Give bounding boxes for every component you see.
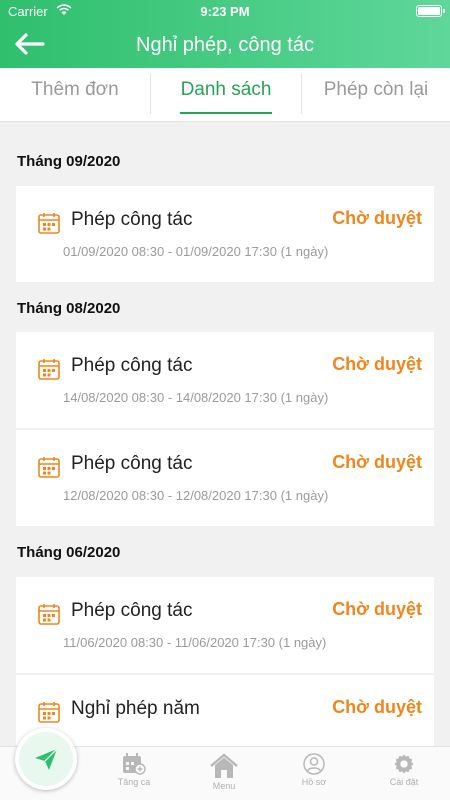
- status-badge: Chờ duyệt: [332, 452, 422, 472]
- status-badge: Chờ duyệt: [332, 599, 422, 619]
- date-range: 12/08/2020 08:30 - 12/08/2020 17:30 (1 n…: [63, 488, 329, 503]
- tab-add-request[interactable]: Thêm đơn: [0, 68, 150, 122]
- send-icon: [35, 748, 58, 770]
- leave-request-card[interactable]: Phép công tác Chờ duyệt 01/09/2020 08:30…: [16, 186, 434, 282]
- home-icon: [210, 753, 238, 778]
- gear-icon: [394, 754, 414, 774]
- tabbar-label: Cài đặt: [389, 777, 419, 787]
- tabbar-label: Menu: [212, 781, 236, 791]
- calendar-icon: [38, 359, 60, 380]
- date-range: 11/06/2020 08:30 - 11/06/2020 17:30 (1 n…: [63, 635, 327, 650]
- tabbar-item-profile[interactable]: Hồ sơ: [274, 753, 354, 787]
- send-request-button[interactable]: [15, 728, 77, 790]
- segment-tabs: Thêm đơn Danh sách Phép còn lại: [0, 68, 450, 122]
- section-month: Tháng 06/2020: [17, 544, 121, 561]
- tabbar-item-settings[interactable]: Cài đặt: [364, 753, 444, 787]
- date-range: 01/09/2020 08:30 - 01/09/2020 17:30 (1 n…: [63, 244, 329, 259]
- section-month: Tháng 08/2020: [17, 300, 121, 317]
- leave-type: Phép công tác: [71, 355, 193, 376]
- leave-request-card[interactable]: Phép công tác Chờ duyệt 11/06/2020 08:30…: [16, 577, 434, 673]
- calendar-plus-icon: [123, 753, 146, 775]
- leave-request-card[interactable]: Phép công tác Chờ duyệt 12/08/2020 08:30…: [16, 430, 434, 526]
- leave-request-card[interactable]: Phép công tác Chờ duyệt 14/08/2020 08:30…: [16, 332, 434, 428]
- status-badge: Chờ duyệt: [332, 697, 422, 717]
- page-title: Nghỉ phép, công tác: [136, 34, 314, 56]
- status-badge: Chờ duyệt: [332, 354, 422, 374]
- tabbar-label: Hồ sơ: [301, 777, 327, 787]
- status-time: 9:23 PM: [200, 4, 250, 19]
- leave-type: Phép công tác: [71, 209, 193, 230]
- battery-icon: [416, 5, 445, 17]
- calendar-icon: [38, 213, 60, 234]
- leave-request-card[interactable]: Nghỉ phép năm Chờ duyệt: [16, 675, 434, 746]
- leave-type: Phép công tác: [71, 600, 193, 621]
- tabbar-label: Tăng ca: [117, 777, 151, 787]
- calendar-icon: [38, 457, 60, 478]
- status-bar: Carrier 9:23 PM: [0, 0, 450, 22]
- section-month: Tháng 09/2020: [17, 153, 121, 170]
- user-icon: [303, 753, 325, 775]
- calendar-icon: [38, 604, 60, 625]
- app-header: Carrier 9:23 PM Nghỉ phép, công tác: [0, 0, 450, 68]
- tab-remaining-leave[interactable]: Phép còn lại: [302, 68, 450, 122]
- tabbar-item-overtime[interactable]: Tăng ca: [94, 753, 174, 787]
- calendar-icon: [38, 702, 60, 723]
- leave-type: Nghỉ phép năm: [71, 698, 200, 719]
- date-range: 14/08/2020 08:30 - 14/08/2020 17:30 (1 n…: [63, 390, 329, 405]
- tabbar-item-menu[interactable]: Menu: [184, 753, 264, 791]
- active-tab-indicator: [180, 112, 272, 114]
- leave-type: Phép công tác: [71, 453, 193, 474]
- status-badge: Chờ duyệt: [332, 208, 422, 228]
